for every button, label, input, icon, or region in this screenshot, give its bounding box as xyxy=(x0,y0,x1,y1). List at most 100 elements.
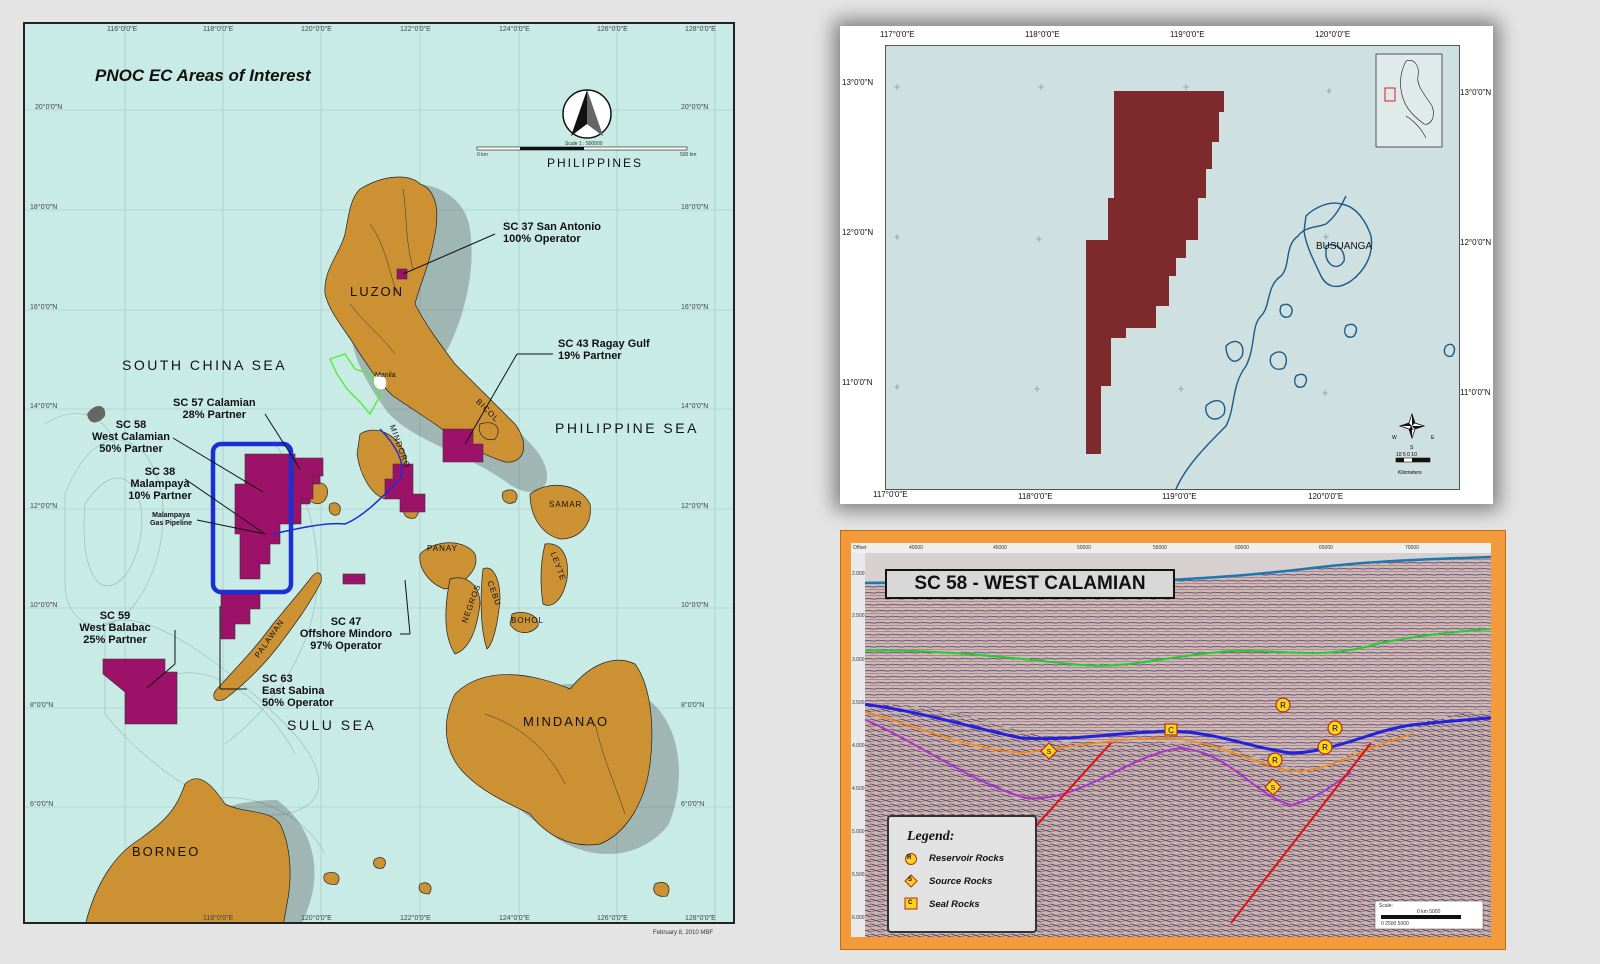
island-label-busuanga: BUSUANGA xyxy=(1316,241,1373,252)
sc47-name: SC 47 xyxy=(330,616,362,628)
land-label-panay: PANAY xyxy=(427,544,458,553)
tick-right: 11°0'0"N xyxy=(1460,388,1491,397)
seis-tick-left: 4.500 xyxy=(852,786,865,792)
sc38-sub: Malampaya xyxy=(130,478,190,490)
seis-tick-top: 60000 xyxy=(1235,545,1249,551)
scale-label: Scale 1 : 500000 xyxy=(565,141,603,147)
tick-left: 11°0'0"N xyxy=(842,378,873,387)
tick-right: 16°0'0"N xyxy=(681,304,709,311)
seismic-image: R R R R S S C Offset 40000 45000 50000 5… xyxy=(851,543,1491,937)
seis-tick-top: 70000 xyxy=(1405,545,1419,551)
tick-top: 120°0'0"E xyxy=(301,26,332,33)
tick-left: 10°0'0"N xyxy=(30,602,58,609)
land-label-bohol: BOHOL xyxy=(511,616,545,625)
sc47-share: 97% Operator xyxy=(310,640,382,652)
tick-top: 117°0'0"E xyxy=(880,30,915,39)
annotation-sc57: SC 57 Calamian 28% Partner xyxy=(173,397,256,421)
sc58-share: 50% Partner xyxy=(99,443,163,455)
tick-left: 12°0'0"N xyxy=(30,503,58,510)
sea-label-sulu: SULU SEA xyxy=(287,717,377,733)
tick-top: 122°0'0"E xyxy=(400,26,431,33)
sc59-sub: West Balabac xyxy=(79,622,151,634)
tick-bottom: 120°0'0"E xyxy=(301,915,332,922)
sea-label-philippine: PHILIPPINE SEA xyxy=(555,420,699,436)
seis-tick-top: 65000 xyxy=(1319,545,1333,551)
annotation-sc63: SC 63 East Sabina 50% Operator xyxy=(262,673,334,709)
tick-bottom: 124°0'0"E xyxy=(499,915,530,922)
legend-reservoir-label: Reservoir Rocks xyxy=(929,853,1004,864)
legend-box: Legend: R S C Reservoir Rocks Source Roc… xyxy=(887,815,1037,933)
seis-tick-top: 55000 xyxy=(1153,545,1167,551)
map-date: February 8, 2010 MBF xyxy=(653,930,714,936)
legend-source-label: Source Rocks xyxy=(929,876,993,887)
tick-right: 18°0'0"N xyxy=(681,204,709,211)
legend-c-symbol: C xyxy=(908,900,913,906)
tick-bottom: 118°0'0"E xyxy=(1018,492,1053,501)
seis-tick-top: 45000 xyxy=(993,545,1007,551)
seis-tick-left: 5.000 xyxy=(852,829,865,835)
compass-s: S xyxy=(1410,445,1414,451)
svg-text:R: R xyxy=(1322,743,1328,752)
tick-bottom: 119°0'0"E xyxy=(1162,492,1197,501)
tick-right: 8°0'0"N xyxy=(681,702,705,709)
sc59-name: SC 59 xyxy=(99,610,131,622)
tick-left: 13°0'0"N xyxy=(842,78,874,87)
compass-e: E xyxy=(1431,435,1435,441)
seismic-section-panel: R R R R S S C Offset 40000 45000 50000 5… xyxy=(840,530,1506,950)
tick-top: 119°0'0"E xyxy=(1170,30,1205,39)
sc38-share: 10% Partner xyxy=(128,490,192,502)
sc63-sub: East Sabina xyxy=(262,685,325,697)
tick-bottom: 117°0'0"E xyxy=(873,490,908,499)
tick-top: 118°0'0"E xyxy=(1025,30,1060,39)
seis-scale-km: 0 km 5000 xyxy=(1417,909,1441,915)
sc59-share: 25% Partner xyxy=(83,634,147,646)
svg-text:S: S xyxy=(1271,785,1276,792)
map-title: PNOC EC Areas of Interest xyxy=(95,66,311,85)
seismic-title-box: SC 58 - WEST CALAMIAN xyxy=(885,569,1175,599)
tick-right: 13°0'0"N xyxy=(1460,88,1492,97)
sc37-share: 100% Operator xyxy=(503,233,581,245)
sea-label-south-china: SOUTH CHINA SEA xyxy=(122,357,288,373)
city-label-manila: Manila xyxy=(375,372,396,379)
svg-text:R: R xyxy=(1280,701,1286,710)
seis-scale-numbers: 0 2500 5000 xyxy=(1381,921,1409,927)
sc58-sub: West Calamian xyxy=(91,431,171,443)
tick-left: 6°0'0"N xyxy=(30,801,54,808)
scale-numbers: 10 5 0 10 xyxy=(1396,452,1417,458)
seis-tick-top: 50000 xyxy=(1077,545,1091,551)
seis-tick-top: Offset xyxy=(853,545,867,551)
block-map-graphics xyxy=(894,53,1456,490)
sc57-share: 28% Partner xyxy=(182,409,247,421)
tick-bottom: 120°0'0"E xyxy=(1308,492,1344,501)
legend-symbols xyxy=(904,853,918,910)
tick-top: 118°0'0"E xyxy=(203,26,234,33)
block-map-frame: BUSUANGA N S E W 10 5 0 10 Kilometers xyxy=(885,45,1460,490)
tick-left: 12°0'0"N xyxy=(842,228,874,237)
annotation-sc58: SC 58 West Calamian 50% Partner xyxy=(81,419,181,455)
seis-tick-left: 6.000 xyxy=(852,915,865,921)
seis-tick-top: 40000 xyxy=(909,545,923,551)
svg-text:C: C xyxy=(1168,726,1174,735)
tick-top: 128°0'0"E xyxy=(685,26,716,33)
tick-right: 12°0'0"N xyxy=(681,503,709,510)
sc58-name: SC 58 xyxy=(115,419,147,431)
seis-tick-left: 4.000 xyxy=(852,743,865,749)
tick-right: 12°0'0"N xyxy=(1460,238,1492,247)
sc43-share: 19% Partner xyxy=(558,350,622,362)
tick-right: 6°0'0"N xyxy=(681,801,705,808)
sc63-name: SC 63 xyxy=(262,673,293,685)
tick-bottom: 128°0'0"E xyxy=(685,915,716,922)
sc57-name: SC 57 Calamian xyxy=(173,397,256,409)
sc38-name: SC 38 xyxy=(144,466,176,478)
block-location-map: BUSUANGA N S E W 10 5 0 10 Kilometers 11… xyxy=(840,26,1493,504)
legend-seal-label: Seal Rocks xyxy=(929,899,980,910)
tick-top: 120°0'0"E xyxy=(1315,30,1351,39)
land-label-mindanao: MINDANAO xyxy=(523,714,610,729)
tick-bottom: 118°0'0"E xyxy=(203,915,234,922)
svg-text:S: S xyxy=(1047,749,1052,756)
tick-right: 10°0'0"N xyxy=(681,602,709,609)
tick-bottom: 126°0'0"E xyxy=(597,915,628,922)
annotation-pipeline: Malampaya Gas Pipeline xyxy=(141,512,201,528)
sc63-share: 50% Operator xyxy=(262,697,334,709)
tick-left: 18°0'0"N xyxy=(30,204,58,211)
